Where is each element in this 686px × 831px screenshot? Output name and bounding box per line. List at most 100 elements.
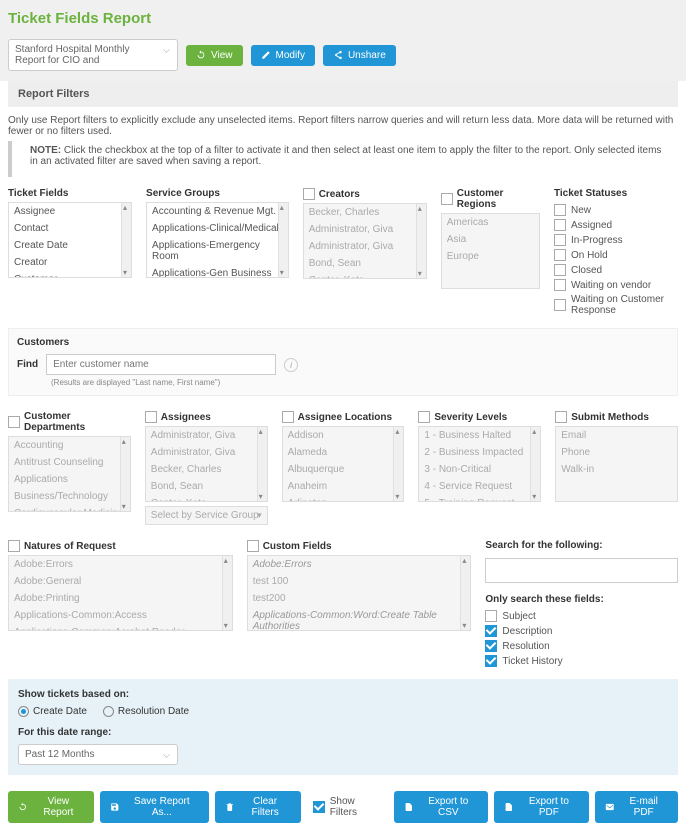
status-checkbox[interactable]	[554, 234, 566, 246]
assignees-checkbox[interactable]	[145, 411, 157, 423]
view-button[interactable]: View	[186, 45, 243, 66]
list-item[interactable]: Administrator, Giva	[146, 427, 267, 444]
assignees-list[interactable]: Administrator, Giva Administrator, Giva …	[145, 426, 268, 502]
list-item[interactable]: Addison	[283, 427, 404, 444]
list-item[interactable]: Adobe:Printing	[9, 590, 232, 607]
list-item[interactable]: Adobe:Errors	[248, 556, 471, 573]
date-range-select[interactable]: Past 12 Months	[18, 744, 178, 765]
list-item[interactable]: Asia	[442, 231, 539, 248]
list-item[interactable]: Assignee	[9, 203, 131, 220]
list-item[interactable]: 4 - Service Request	[419, 478, 540, 495]
export-csv-button[interactable]: Export to CSV	[394, 791, 489, 823]
unshare-button[interactable]: Unshare	[323, 45, 396, 66]
status-checkbox[interactable]	[554, 299, 566, 311]
list-item[interactable]: Bond, Sean	[146, 478, 267, 495]
list-item[interactable]: Applications-Common:Acrobat Reader	[9, 624, 232, 631]
email-pdf-button[interactable]: E-mail PDF	[595, 791, 678, 823]
severity-checkbox[interactable]	[418, 411, 430, 423]
status-checkbox[interactable]	[554, 219, 566, 231]
list-item[interactable]: Becker, Charles	[146, 461, 267, 478]
report-select[interactable]: Stanford Hospital Monthly Report for CIO…	[8, 39, 178, 71]
list-item[interactable]: test200	[248, 590, 471, 607]
list-item[interactable]: Contact	[9, 220, 131, 237]
ticket-fields-list[interactable]: Assignee Contact Create Date Creator Cus…	[8, 202, 132, 278]
list-item[interactable]: Administrator, Giva	[146, 444, 267, 461]
search-field-checkbox[interactable]	[485, 655, 497, 667]
severity-list[interactable]: 1 - Business Halted 2 - Business Impacte…	[418, 426, 541, 502]
search-field-checkbox[interactable]	[485, 610, 497, 622]
list-item[interactable]: Customer	[9, 271, 131, 278]
cust-depts-checkbox[interactable]	[8, 416, 20, 428]
search-input[interactable]	[485, 558, 678, 583]
show-filters-checkbox[interactable]	[313, 801, 325, 813]
resolution-date-radio[interactable]	[103, 706, 114, 717]
list-item[interactable]: Albuquerque	[283, 461, 404, 478]
service-group-select[interactable]: Select by Service Group	[145, 506, 268, 525]
custom-checkbox[interactable]	[247, 540, 259, 552]
creators-checkbox[interactable]	[303, 188, 315, 200]
create-date-radio[interactable]	[18, 706, 29, 717]
status-checkbox[interactable]	[554, 204, 566, 216]
export-pdf-button[interactable]: Export to PDF	[494, 791, 588, 823]
scrollbar[interactable]	[278, 203, 288, 277]
natures-checkbox[interactable]	[8, 540, 20, 552]
list-item[interactable]: Creator	[9, 254, 131, 271]
list-item[interactable]: Administrator, Giva	[304, 221, 426, 238]
status-checkbox[interactable]	[554, 279, 566, 291]
list-item[interactable]: Arlington	[283, 495, 404, 502]
list-item[interactable]: Accounting	[9, 437, 130, 454]
info-icon[interactable]: i	[284, 358, 298, 372]
locations-checkbox[interactable]	[282, 411, 294, 423]
list-item[interactable]: test 100	[248, 573, 471, 590]
list-item[interactable]: 2 - Business Impacted	[419, 444, 540, 461]
list-item[interactable]: Business/Technology	[9, 488, 130, 505]
list-item[interactable]: Applications-Gen Business	[147, 265, 288, 278]
list-item[interactable]: Canter, Kate	[146, 495, 267, 502]
list-item[interactable]: Adobe:Errors	[9, 556, 232, 573]
list-item[interactable]: 3 - Non-Critical	[419, 461, 540, 478]
scrollbar[interactable]	[257, 427, 267, 501]
list-item[interactable]: Anaheim	[283, 478, 404, 495]
creators-list[interactable]: Becker, Charles Administrator, Giva Admi…	[303, 203, 427, 279]
list-item[interactable]: Cardiovascular Medicine	[9, 505, 130, 512]
regions-checkbox[interactable]	[441, 193, 453, 205]
list-item[interactable]: Europe	[442, 248, 539, 265]
search-field-checkbox[interactable]	[485, 640, 497, 652]
search-field-checkbox[interactable]	[485, 625, 497, 637]
list-item[interactable]: Applications-Common:Word:Create Table Au…	[248, 607, 471, 631]
scrollbar[interactable]	[120, 437, 130, 511]
list-item[interactable]: Email	[556, 427, 677, 444]
list-item[interactable]: Phone	[556, 444, 677, 461]
list-item[interactable]: Americas	[442, 214, 539, 231]
list-item[interactable]: Becker, Charles	[304, 204, 426, 221]
custom-list[interactable]: Adobe:Errors test 100 test200 Applicatio…	[247, 555, 472, 631]
status-checkbox[interactable]	[554, 264, 566, 276]
cust-depts-list[interactable]: Accounting Antitrust Counseling Applicat…	[8, 436, 131, 512]
list-item[interactable]: Accounting & Revenue Mgt.	[147, 203, 288, 220]
list-item[interactable]: Applications-Common:Access	[9, 607, 232, 624]
clear-filters-button[interactable]: Clear Filters	[215, 791, 301, 823]
status-checkbox[interactable]	[554, 249, 566, 261]
service-groups-list[interactable]: Accounting & Revenue Mgt. Applications-C…	[146, 202, 289, 278]
list-item[interactable]: 1 - Business Halted	[419, 427, 540, 444]
view-report-button[interactable]: View Report	[8, 791, 94, 823]
list-item[interactable]: Applications-Clinical/Medical	[147, 220, 288, 237]
scrollbar[interactable]	[460, 556, 470, 630]
locations-list[interactable]: Addison Alameda Albuquerque Anaheim Arli…	[282, 426, 405, 502]
scrollbar[interactable]	[393, 427, 403, 501]
list-item[interactable]: Alameda	[283, 444, 404, 461]
list-item[interactable]: Adobe:General	[9, 573, 232, 590]
list-item[interactable]: 5 - Training Request	[419, 495, 540, 502]
list-item[interactable]: Applications-Emergency Room	[147, 237, 288, 265]
list-item[interactable]: Bond, Sean	[304, 255, 426, 272]
customer-search-input[interactable]	[46, 354, 276, 375]
list-item[interactable]: Applications	[9, 471, 130, 488]
list-item[interactable]: Walk-in	[556, 461, 677, 478]
submit-checkbox[interactable]	[555, 411, 567, 423]
submit-list[interactable]: Email Phone Walk-in	[555, 426, 678, 502]
scrollbar[interactable]	[222, 556, 232, 630]
list-item[interactable]: Create Date	[9, 237, 131, 254]
list-item[interactable]: Antitrust Counseling	[9, 454, 130, 471]
modify-button[interactable]: Modify	[251, 45, 315, 66]
scrollbar[interactable]	[530, 427, 540, 501]
